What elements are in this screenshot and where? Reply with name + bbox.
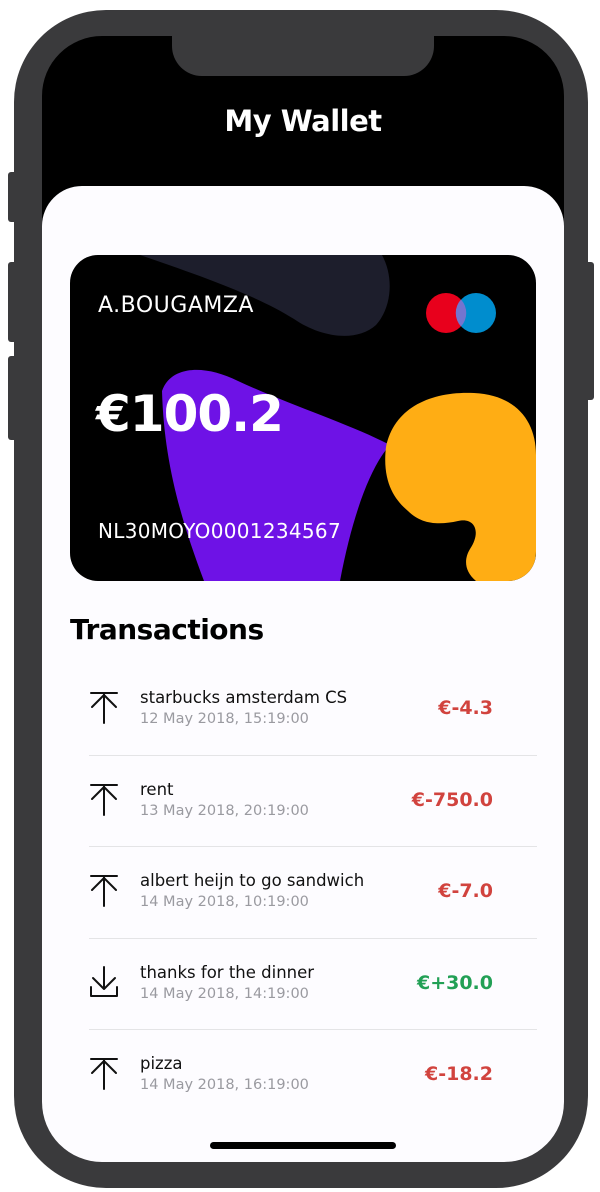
transaction-description: rent (140, 779, 174, 799)
phone-screen: My Wallet A.BOUGAMZA €100.2 NL30MOYO0001… (42, 36, 564, 1162)
transaction-date: 14 May 2018, 10:19:00 (140, 894, 309, 910)
home-indicator[interactable] (210, 1142, 396, 1149)
transaction-amount: €-7.0 (438, 880, 493, 902)
maestro-logo-icon (426, 293, 496, 333)
transaction-list: starbucks amsterdam CS 12 May 2018, 15:1… (89, 664, 537, 1122)
transaction-amount: €+30.0 (416, 971, 493, 994)
transaction-date: 12 May 2018, 15:19:00 (140, 711, 309, 727)
card-balance: €100.2 (96, 385, 284, 443)
wallet-card[interactable]: A.BOUGAMZA €100.2 NL30MOYO0001234567 (70, 255, 536, 581)
transaction-description: albert heijn to go sandwich (140, 871, 365, 890)
transaction-row[interactable]: albert heijn to go sandwich 14 May 2018,… (89, 847, 537, 939)
transaction-row[interactable]: thanks for the dinner 14 May 2018, 14:19… (89, 939, 537, 1030)
upload-arrow-icon (90, 783, 118, 816)
transaction-description: thanks for the dinner (140, 962, 315, 982)
card-holder-name: A.BOUGAMZA (98, 293, 254, 318)
transaction-amount: €-750.0 (411, 788, 493, 811)
transaction-date: 13 May 2018, 20:19:00 (140, 802, 309, 819)
upload-arrow-icon (90, 692, 118, 724)
transactions-heading: Transactions (70, 613, 264, 646)
card-yellow-shape (385, 392, 536, 581)
volume-down-button (8, 356, 18, 440)
transaction-row[interactable]: pizza 14 May 2018, 16:19:00 €-18.2 (89, 1030, 537, 1122)
transaction-row[interactable]: rent 13 May 2018, 20:19:00 €-750.0 (89, 756, 537, 847)
transaction-date: 14 May 2018, 16:19:00 (140, 1077, 309, 1093)
mute-switch (8, 172, 18, 222)
notch (172, 36, 434, 76)
content-sheet: A.BOUGAMZA €100.2 NL30MOYO0001234567 Tra… (42, 186, 564, 1162)
download-arrow-icon (90, 965, 118, 997)
card-iban: NL30MOYO0001234567 (98, 519, 341, 543)
power-button (584, 262, 594, 400)
volume-up-button (8, 262, 18, 342)
transaction-row[interactable]: starbucks amsterdam CS 12 May 2018, 15:1… (89, 664, 537, 756)
transaction-description: pizza (140, 1054, 183, 1073)
upload-arrow-icon (90, 1058, 118, 1090)
transaction-amount: €-4.3 (438, 697, 493, 719)
transaction-amount: €-18.2 (425, 1063, 493, 1085)
transaction-date: 14 May 2018, 14:19:00 (140, 985, 309, 1002)
upload-arrow-icon (90, 875, 118, 907)
transaction-description: starbucks amsterdam CS (140, 688, 348, 707)
page-title: My Wallet (224, 104, 382, 138)
